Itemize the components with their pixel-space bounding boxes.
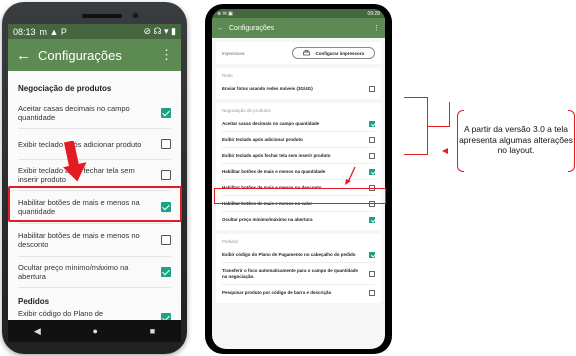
setting-checkbox[interactable] [369,251,375,258]
annotation-bracket [404,97,428,155]
setting-label: Enviar fotos usando redes móveis (3G/4G) [222,86,313,92]
status-time: 09:28 [367,10,380,17]
section-header-pedidos: Pedidos [18,297,50,306]
setting-checkbox[interactable] [369,120,375,127]
setting-row[interactable]: Exibir teclado após adicionar produto [8,129,181,159]
setting-checkbox[interactable] [369,136,375,143]
setting-label: Habilitar botões de mais e menos no desc… [18,231,140,249]
annotation-note: A partir da versão 3.0 a tela apresenta … [457,110,575,172]
setting-label: Exibir código do Plano de Pagamento no c… [222,251,356,257]
setting-checkbox[interactable] [161,267,171,277]
setting-label: Exibir teclado após fechar tela sem inse… [222,152,331,158]
setting-row[interactable]: Aceitar casas decimais no campo quantida… [222,116,375,132]
configure-printer-label: Configurar impressora [315,50,364,56]
setting-checkbox[interactable] [369,217,375,223]
status-system-icons: ⊘ ☊ ▾ ▮ [143,26,176,36]
section-header-pedidos: Pedidos [222,239,239,244]
app-toolbar: ← Configurações ⋮ [212,18,385,38]
annotation-text: A partir da versão 3.0 a tela apresenta … [459,124,573,156]
setting-checkbox[interactable] [369,290,375,296]
setting-checkbox[interactable] [369,152,375,159]
nav-home-icon[interactable]: ● [93,326,98,336]
overflow-menu-icon[interactable]: ⋮ [160,47,173,63]
phone-camera [132,12,139,19]
back-arrow-icon[interactable]: ← [217,25,229,32]
annotation-connector [428,126,450,127]
setting-label: Ocultar preço mínimo/máximo na abertura [18,263,129,281]
section-header-rede: Rede [222,73,233,78]
setting-label: Pesquisar produto por código de barra e … [222,290,332,296]
rede-card: Rede Enviar fotos usando redes móveis (3… [216,68,381,99]
setting-row[interactable]: Ocultar preço mínimo/máximo na abertura [222,212,375,228]
setting-label: Habilitar botões de mais e menos na quan… [222,168,326,174]
setting-row[interactable]: Enviar fotos usando redes móveis (3G/4G) [222,81,375,97]
setting-row[interactable]: Ocultar preço mínimo/máximo na abertura [8,257,181,287]
printer-label: Impressora [222,50,245,56]
setting-checkbox[interactable] [369,168,375,175]
setting-checkbox[interactable] [161,235,171,245]
section-header-negociacao: Negociação de produtos [222,108,271,113]
new-phone-mockup: ⊕ ✉ ▣ 09:28 ← Configurações ⋮ Impressora… [205,4,392,354]
status-notification-icons: m ▲ P [39,26,67,37]
status-bar: ⊕ ✉ ▣ 09:28 [212,9,385,18]
nav-recent-icon[interactable]: ■ [150,326,155,336]
setting-row[interactable]: Pesquisar produto por código de barra e … [222,285,375,301]
back-arrow-icon[interactable]: ← [16,47,38,64]
setting-checkbox[interactable] [369,270,375,277]
setting-checkbox[interactable] [161,170,171,180]
setting-row[interactable]: Transferir o foco automaticamente para o… [222,263,375,285]
setting-checkbox[interactable] [161,139,171,149]
status-bar: 08:13 m ▲ P ⊘ ☊ ▾ ▮ [8,24,181,39]
annotation-connector [449,102,450,126]
toolbar-title: Configurações [38,47,122,63]
status-notification-icons: ⊕ ✉ ▣ [217,10,233,17]
configure-printer-button[interactable]: Configurar impressora [292,47,375,59]
status-time: 08:13 [13,26,36,37]
section-header-negociacao: Negociação de produtos [18,84,112,93]
setting-label: Aceitar casas decimais no campo quantida… [222,120,320,126]
pedidos-card: Pedidos Exibir código do Plano de Pagame… [216,234,381,303]
toolbar-title: Configurações [229,24,275,32]
setting-row[interactable]: Exibir teclado após fechar tela sem inse… [222,148,375,164]
nav-back-icon[interactable]: ◀ [34,326,41,337]
highlight-box-old [8,186,182,222]
annotation-arrowhead [442,148,448,154]
setting-row[interactable]: Habilitar botões de mais e menos no desc… [8,224,181,256]
setting-checkbox[interactable] [161,108,171,118]
old-phone-mockup: 08:13 m ▲ P ⊘ ☊ ▾ ▮ ← Configurações ⋮ Neg… [2,2,187,354]
setting-label: Aceitar casas decimais no campo quantida… [18,104,130,122]
phone-earpiece [82,14,122,18]
red-arrow-icon [345,166,356,185]
setting-checkbox[interactable] [369,86,375,92]
printer-card: Impressora Configurar impressora [216,42,381,64]
android-nav-bar: ◀ ● ■ [8,320,181,342]
setting-row[interactable]: Aceitar casas decimais no campo quantida… [8,98,181,128]
setting-row[interactable]: Exibir código do Plano de Pagamento no c… [222,247,375,263]
setting-label: Exibir teclado após adicionar produto [222,136,303,142]
setting-label: Transferir o foco automaticamente para o… [222,267,359,279]
printer-icon [303,50,311,56]
overflow-menu-icon[interactable]: ⋮ [373,24,380,32]
new-settings-screen: ⊕ ✉ ▣ 09:28 ← Configurações ⋮ Impressora… [212,9,385,349]
setting-label: Ocultar preço mínimo/máximo na abertura [222,217,313,223]
highlight-box-new [214,188,386,204]
setting-row[interactable]: Exibir teclado após adicionar produto [222,132,375,148]
printer-row: Impressora Configurar impressora [222,44,375,62]
red-arrow-icon [63,141,87,182]
old-settings-screen: 08:13 m ▲ P ⊘ ☊ ▾ ▮ ← Configurações ⋮ Neg… [8,24,181,342]
app-toolbar: ← Configurações ⋮ [8,39,181,71]
